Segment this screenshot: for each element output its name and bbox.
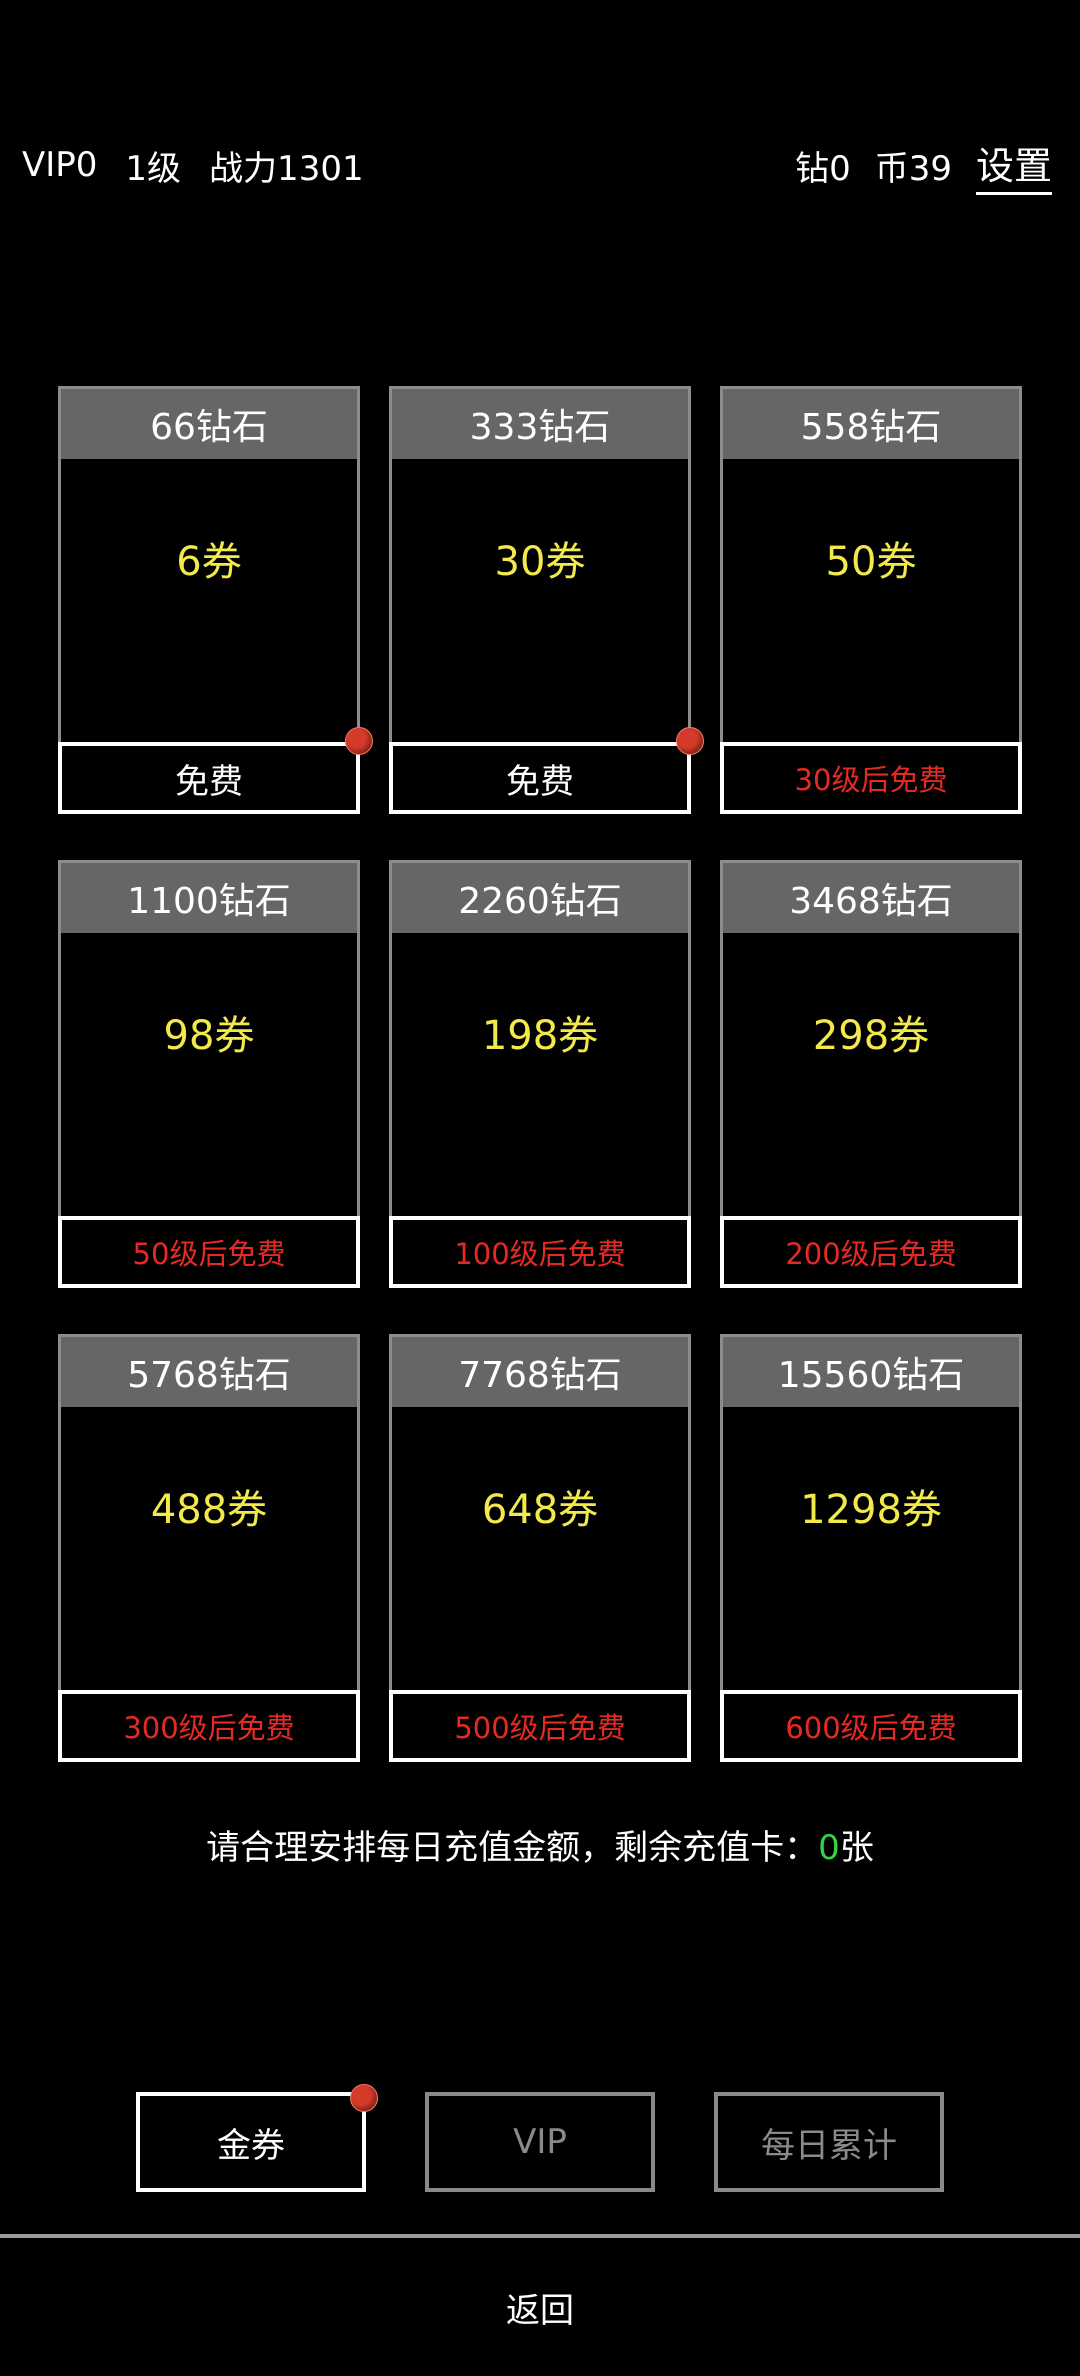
claim-free-button[interactable]: 免费 <box>389 742 691 814</box>
card-voucher-reward: 1298券 <box>800 1487 942 1533</box>
card-diamond-amount: 5768钻石 <box>61 1337 357 1407</box>
card-voucher-reward: 30券 <box>494 539 586 585</box>
notice-unit: 张 <box>839 1828 874 1868</box>
notification-badge <box>676 727 704 755</box>
card-voucher-reward: 488券 <box>150 1487 268 1533</box>
tab-label: 每日累计 <box>761 2125 897 2166</box>
settings-button[interactable]: 设置 <box>975 135 1052 195</box>
card-diamond-amount: 558钻石 <box>723 389 1019 459</box>
diamond-balance: 钻0 <box>795 148 851 189</box>
locked-claim-button[interactable]: 30级后免费 <box>720 742 1022 814</box>
card-voucher-reward: 50券 <box>825 539 917 585</box>
back-button[interactable]: 返回 <box>440 2272 640 2342</box>
tab-label: VIP <box>513 2122 567 2162</box>
recharge-card[interactable]: 3468钻石 298券 200级后免费 <box>720 860 1022 1288</box>
card-voucher-reward: 298券 <box>812 1013 930 1059</box>
recharge-card[interactable]: 1100钻石 98券 50级后免费 <box>58 860 360 1288</box>
recharge-card[interactable]: 7768钻石 648券 500级后免费 <box>389 1334 691 1762</box>
locked-claim-button[interactable]: 300级后免费 <box>58 1690 360 1762</box>
tab-label: 金券 <box>217 2125 285 2166</box>
card-voucher-reward: 6券 <box>176 539 242 585</box>
recharge-card[interactable]: 66钻石 6券 免费 <box>58 386 373 814</box>
player-level-label: 1级 <box>125 148 182 189</box>
coin-balance: 币39 <box>874 148 952 189</box>
card-diamond-amount: 1100钻石 <box>61 863 357 933</box>
vip-level-label: VIP0 <box>22 145 98 185</box>
recharge-card[interactable]: 5768钻石 488券 300级后免费 <box>58 1334 360 1762</box>
locked-claim-button[interactable]: 200级后免费 <box>720 1216 1022 1288</box>
combat-power-label: 战力1301 <box>209 148 364 189</box>
locked-claim-button[interactable]: 600级后免费 <box>720 1690 1022 1762</box>
card-diamond-amount: 2260钻石 <box>392 863 688 933</box>
card-diamond-amount: 7768钻石 <box>392 1337 688 1407</box>
card-diamond-amount: 66钻石 <box>61 389 357 459</box>
notice-text: 请合理安排每日充值金额，剩余充值卡： <box>206 1828 819 1868</box>
recharge-card[interactable]: 15560钻石 1298券 600级后免费 <box>720 1334 1022 1762</box>
recharge-card[interactable]: 333钻石 30券 免费 <box>389 386 704 814</box>
card-voucher-reward: 98券 <box>163 1013 255 1059</box>
recharge-card[interactable]: 558钻石 50券 30级后免费 <box>720 386 1022 814</box>
category-tabs: 金券 VIP 每日累计 <box>136 2084 944 2192</box>
locked-claim-button[interactable]: 100级后免费 <box>389 1216 691 1288</box>
top-status-bar: VIP0 1级 战力1301 钻0 币39 设置 <box>0 130 1080 200</box>
locked-claim-button[interactable]: 500级后免费 <box>389 1690 691 1762</box>
card-diamond-amount: 333钻石 <box>392 389 688 459</box>
tab-daily-cumulative[interactable]: 每日累计 <box>714 2092 944 2192</box>
tab-gold-voucher[interactable]: 金券 <box>136 2084 378 2192</box>
recharge-card-grid: 66钻石 6券 免费 333钻石 30券 免费 558钻石 50券 30级后免费… <box>58 386 1022 1762</box>
tab-vip[interactable]: VIP <box>425 2092 655 2192</box>
notification-badge <box>350 2084 378 2112</box>
locked-claim-button[interactable]: 50级后免费 <box>58 1216 360 1288</box>
footer-divider <box>0 2234 1080 2238</box>
card-diamond-amount: 3468钻石 <box>723 863 1019 933</box>
currency-info: 钻0 币39 设置 <box>771 130 1052 200</box>
notification-badge <box>345 727 373 755</box>
recharge-notice: 请合理安排每日充值金额，剩余充值卡：0张 <box>0 1820 1080 1869</box>
player-info: VIP0 1级 战力1301 <box>22 130 392 200</box>
recharge-card[interactable]: 2260钻石 198券 100级后免费 <box>389 860 691 1288</box>
card-voucher-reward: 648券 <box>481 1487 599 1533</box>
remaining-card-count: 0 <box>818 1828 840 1868</box>
card-diamond-amount: 15560钻石 <box>723 1337 1019 1407</box>
card-voucher-reward: 198券 <box>481 1013 599 1059</box>
claim-free-button[interactable]: 免费 <box>58 742 360 814</box>
